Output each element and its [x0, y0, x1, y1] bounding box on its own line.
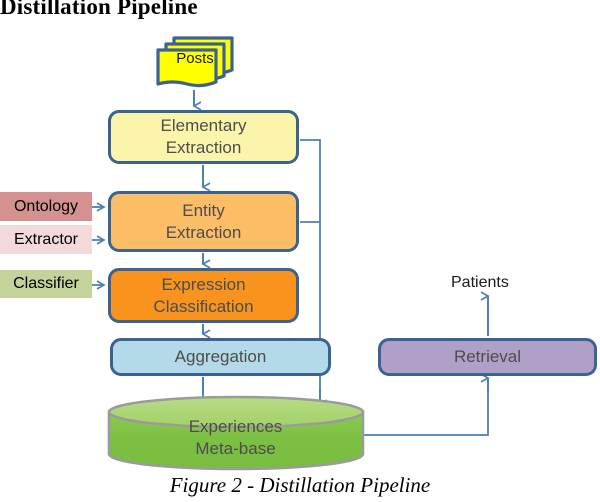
figure-distillation-pipeline: Distillation Pipeline Posts Elementary E…	[0, 0, 600, 502]
stage-retrieval[interactable]: Retrieval	[378, 338, 597, 376]
posts-source-node[interactable]: Posts	[155, 36, 253, 88]
stage-expression-classification[interactable]: Expression Classification	[108, 268, 299, 323]
posts-label: Posts	[176, 50, 214, 67]
resource-label: Extractor	[13, 230, 78, 248]
stage-label: Retrieval	[453, 347, 522, 367]
figure-caption: Figure 2 - Distillation Pipeline	[169, 473, 431, 497]
resource-ontology[interactable]: Ontology	[0, 192, 92, 221]
resource-classifier[interactable]: Classifier	[0, 270, 92, 298]
stage-label: Expression Classification	[153, 274, 254, 316]
stage-aggregation[interactable]: Aggregation	[110, 338, 331, 376]
stage-label: Aggregation	[174, 347, 267, 367]
resource-label: Ontology	[13, 197, 79, 215]
stage-label: Entity Extraction	[165, 200, 242, 242]
consumer-patients-label: Patients	[451, 274, 509, 291]
arrow-metabase-to-retrieval	[363, 378, 488, 436]
stage-label: Elementary Extraction	[160, 116, 247, 157]
resource-extractor[interactable]: Extractor	[0, 225, 92, 254]
resource-label: Classifier	[13, 275, 79, 292]
stage-entity-extraction[interactable]: Entity Extraction	[108, 191, 299, 252]
stage-elementary-extraction[interactable]: Elementary Extraction	[108, 110, 299, 164]
store-experiences-metabase[interactable]: Experiences Meta-base	[108, 403, 363, 463]
page-title: Distillation Pipeline	[0, 0, 198, 19]
store-label: Experiences Meta-base	[188, 417, 283, 458]
